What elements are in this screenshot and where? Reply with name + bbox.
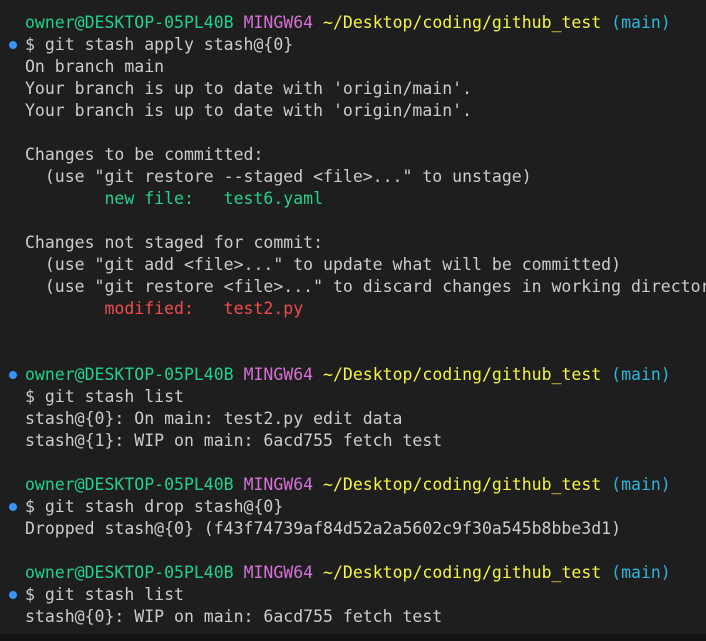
prompt-user: owner@DESKTOP-05PL40B — [25, 563, 234, 582]
output-line: Dropped stash@{0} (f43f74739af84d52a2a56… — [25, 519, 622, 538]
prompt-line: owner@DESKTOP-05PL40B MINGW64 ~/Desktop/… — [0, 12, 706, 34]
command-line: $ git stash drop stash@{0} — [0, 496, 706, 518]
output-line: Changes not staged for commit: — [25, 233, 324, 252]
output-line: stash@{0}: On main: test2.py edit data — [25, 409, 403, 428]
output-line: stash@{1}: WIP on main: 6acd755 fetch te… — [25, 431, 443, 450]
terminal-bottom-edge — [0, 634, 706, 641]
output-line: stash@{0}: WIP on main: 6acd755 fetch te… — [25, 607, 443, 626]
staged-file-line: new file: test6.yaml — [25, 189, 324, 208]
output-line: Your branch is up to date with 'origin/m… — [25, 79, 473, 98]
command-text: $ git stash list — [25, 387, 184, 406]
prompt-line: owner@DESKTOP-05PL40B MINGW64 ~/Desktop/… — [0, 474, 706, 496]
command-decoration-icon[interactable] — [9, 503, 17, 511]
prompt-user: owner@DESKTOP-05PL40B — [25, 13, 234, 32]
prompt-shell: MINGW64 — [243, 365, 314, 384]
prompt-shell: MINGW64 — [243, 13, 314, 32]
command-text: $ git stash drop stash@{0} — [25, 497, 284, 516]
output-line: (use "git restore <file>..." to discard … — [25, 277, 706, 296]
prompt-path: ~/Desktop/coding/github_test — [323, 475, 602, 494]
command-text: $ git stash list — [25, 585, 184, 604]
command-text: $ git stash apply stash@{0} — [25, 35, 294, 54]
prompt-branch: (main) — [611, 475, 671, 494]
command-decoration-icon[interactable] — [9, 371, 17, 379]
output-line: On branch main — [25, 57, 165, 76]
prompt-path: ~/Desktop/coding/github_test — [323, 563, 602, 582]
prompt-shell: MINGW64 — [243, 475, 314, 494]
prompt-line: owner@DESKTOP-05PL40B MINGW64 ~/Desktop/… — [0, 562, 706, 584]
command-line: $ git stash list — [0, 584, 706, 606]
prompt-branch: (main) — [611, 13, 671, 32]
output-line: Your branch is up to date with 'origin/m… — [25, 101, 473, 120]
command-line: $ git stash list — [0, 386, 706, 408]
prompt-shell: MINGW64 — [243, 563, 314, 582]
prompt-path: ~/Desktop/coding/github_test — [323, 365, 602, 384]
prompt-line: owner@DESKTOP-05PL40B MINGW64 ~/Desktop/… — [0, 364, 706, 386]
modified-file-line: modified: test2.py — [25, 299, 304, 318]
prompt-branch: (main) — [611, 563, 671, 582]
command-decoration-icon[interactable] — [9, 591, 17, 599]
prompt-user: owner@DESKTOP-05PL40B — [25, 475, 234, 494]
terminal[interactable]: owner@DESKTOP-05PL40B MINGW64 ~/Desktop/… — [0, 0, 706, 634]
command-line: $ git stash apply stash@{0} — [0, 34, 706, 56]
prompt-user: owner@DESKTOP-05PL40B — [25, 365, 234, 384]
output-line: Changes to be committed: — [25, 145, 264, 164]
output-line: (use "git restore --staged <file>..." to… — [25, 167, 532, 186]
command-decoration-icon[interactable] — [9, 41, 17, 49]
prompt-path: ~/Desktop/coding/github_test — [323, 13, 602, 32]
prompt-branch: (main) — [611, 365, 671, 384]
output-line: (use "git add <file>..." to update what … — [25, 255, 622, 274]
